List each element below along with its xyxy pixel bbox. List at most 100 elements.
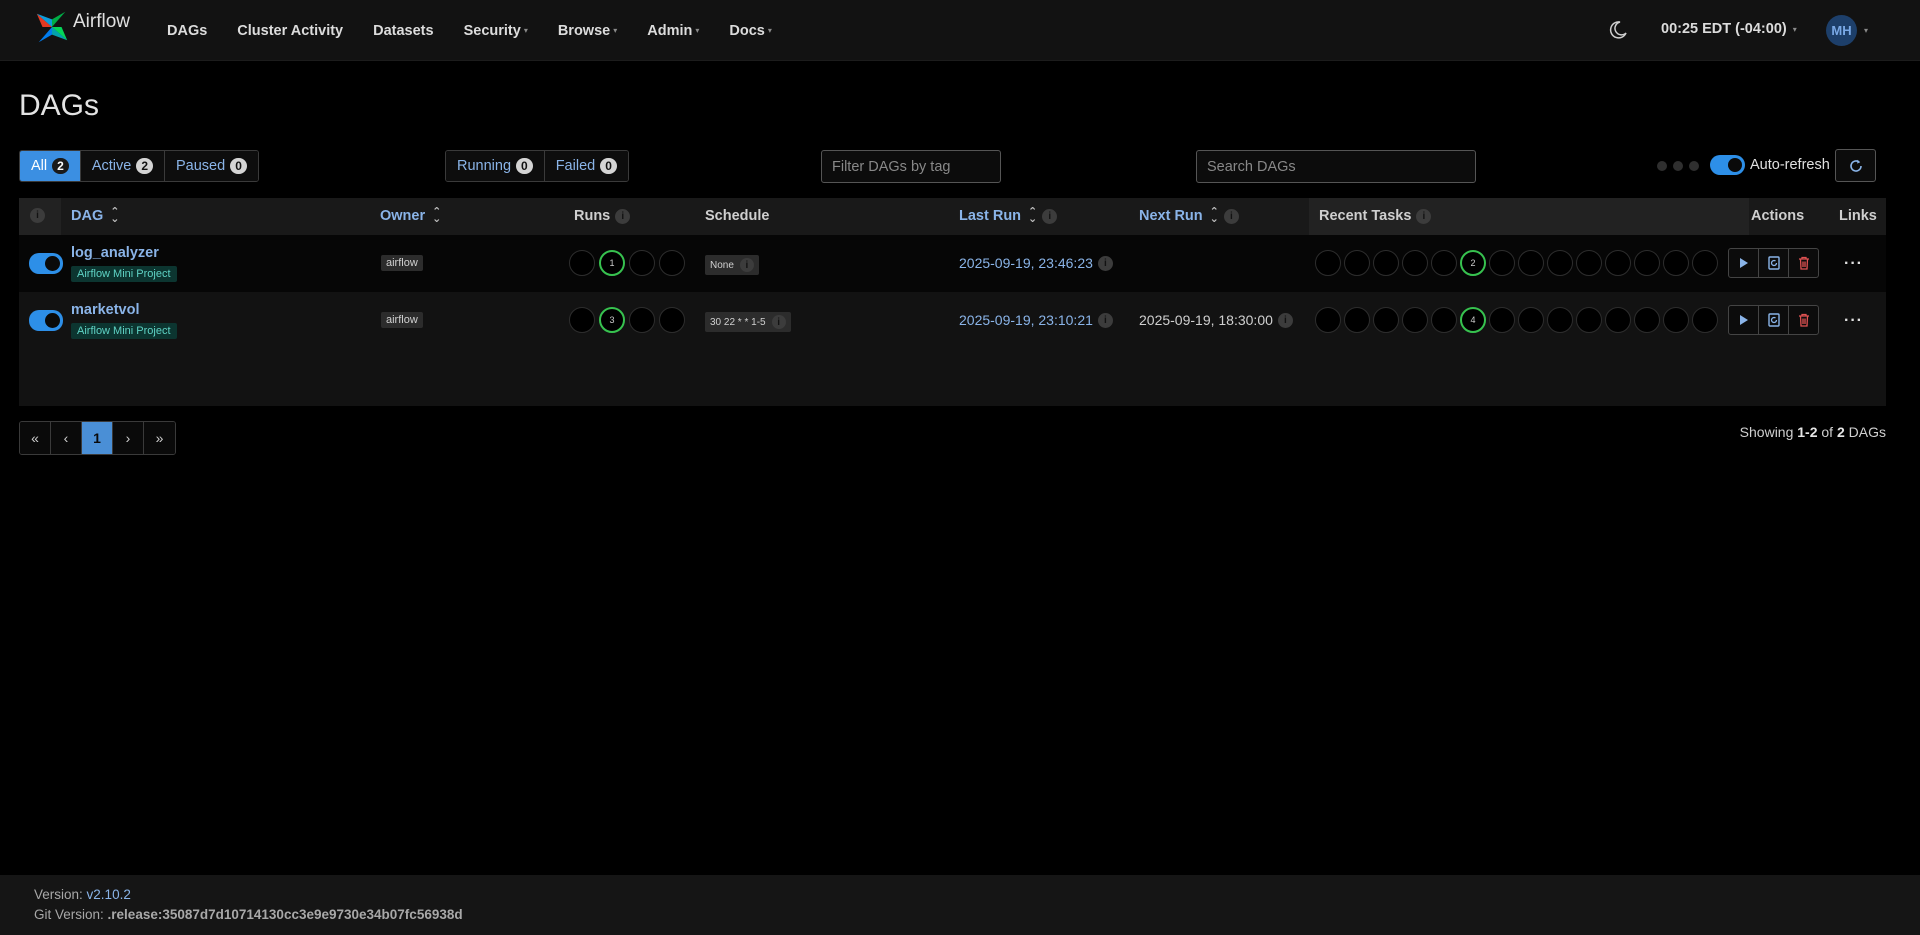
refresh-button[interactable] <box>1835 149 1876 182</box>
schedule-badge[interactable]: None i <box>705 255 759 275</box>
info-icon[interactable]: i <box>771 315 786 329</box>
dag-pause-toggle[interactable] <box>29 253 63 274</box>
info-icon[interactable]: i <box>615 208 631 224</box>
task-state-circle[interactable] <box>1431 307 1457 333</box>
refresh-dag-button[interactable] <box>1758 248 1789 278</box>
filter-running-button[interactable]: Running 0 <box>446 151 545 181</box>
col-owner-header[interactable]: Owner ⌃ ⌄ <box>380 207 441 225</box>
task-state-circle[interactable] <box>1605 307 1631 333</box>
dag-name-link[interactable]: log_analyzer <box>71 245 159 261</box>
dag-tag[interactable]: Airflow Mini Project <box>71 323 177 339</box>
info-icon[interactable]: i <box>1416 208 1432 224</box>
delete-dag-button[interactable] <box>1788 248 1819 278</box>
nav-dags[interactable]: DAGs <box>152 23 222 39</box>
select-info-icon[interactable]: i <box>30 208 45 223</box>
run-success-circle[interactable]: 3 <box>599 307 625 333</box>
filter-paused-button[interactable]: Paused 0 <box>165 151 258 181</box>
task-state-circle[interactable] <box>1663 250 1689 276</box>
page-prev-button[interactable]: ‹ <box>51 422 82 454</box>
nav-security-menu[interactable]: Security ▾ <box>449 23 543 39</box>
dag-pause-toggle[interactable] <box>29 310 63 331</box>
run-state-circle[interactable] <box>659 250 685 276</box>
auto-refresh-toggle[interactable] <box>1710 155 1745 175</box>
nav-browse-menu[interactable]: Browse ▾ <box>543 23 632 39</box>
owner-badge[interactable]: airflow <box>381 255 423 271</box>
user-menu[interactable]: MH ▾ <box>1826 15 1868 46</box>
delete-dag-button[interactable] <box>1788 305 1819 335</box>
task-state-circle[interactable] <box>1605 250 1631 276</box>
last-run-link[interactable]: 2025-09-19, 23:46:23 i <box>959 255 1113 271</box>
run-state-circle[interactable] <box>569 250 595 276</box>
task-state-circle[interactable] <box>1692 307 1718 333</box>
run-state-circle[interactable] <box>629 250 655 276</box>
page-next-button[interactable]: › <box>113 422 144 454</box>
task-success-circle[interactable]: 2 <box>1460 250 1486 276</box>
col-next-run-header[interactable]: Next Run ⌃ ⌄ i <box>1139 207 1239 225</box>
showing-suffix: DAGs <box>1848 424 1886 440</box>
task-state-circle[interactable] <box>1634 250 1660 276</box>
version-link[interactable]: v2.10.2 <box>87 887 131 902</box>
schedule-badge[interactable]: 30 22 * * 1-5 i <box>705 312 791 332</box>
task-state-circle[interactable] <box>1315 250 1341 276</box>
page-current-button[interactable]: 1 <box>82 422 113 454</box>
task-state-circle[interactable] <box>1402 307 1428 333</box>
task-state-circle[interactable] <box>1663 307 1689 333</box>
task-state-circle[interactable] <box>1547 250 1573 276</box>
timezone-clock-menu[interactable]: 00:25 EDT (-04:00) ▾ <box>1661 21 1797 37</box>
info-icon[interactable]: i <box>1042 208 1058 224</box>
page-last-button[interactable]: » <box>144 422 175 454</box>
task-state-circle[interactable] <box>1518 250 1544 276</box>
task-state-circle[interactable] <box>1402 250 1428 276</box>
info-icon[interactable]: i <box>1223 208 1239 224</box>
info-icon[interactable]: i <box>1097 312 1113 328</box>
run-state-circle[interactable] <box>569 307 595 333</box>
col-last-run-header[interactable]: Last Run ⌃ ⌄ i <box>959 207 1058 225</box>
run-state-circle[interactable] <box>659 307 685 333</box>
run-state-circle[interactable] <box>629 307 655 333</box>
links-menu-button[interactable]: ··· <box>1844 312 1863 330</box>
task-state-circle[interactable] <box>1373 250 1399 276</box>
dag-tag[interactable]: Airflow Mini Project <box>71 266 177 282</box>
task-state-circle[interactable] <box>1489 250 1515 276</box>
owner-badge[interactable]: airflow <box>381 312 423 328</box>
nav-cluster-activity[interactable]: Cluster Activity <box>222 23 358 39</box>
task-state-circle[interactable] <box>1518 307 1544 333</box>
refresh-dag-button[interactable] <box>1758 305 1789 335</box>
run-success-circle[interactable]: 1 <box>599 250 625 276</box>
task-state-circle[interactable] <box>1692 250 1718 276</box>
trigger-dag-button[interactable] <box>1728 305 1759 335</box>
task-state-circle[interactable] <box>1576 250 1602 276</box>
links-menu-button[interactable]: ··· <box>1844 255 1863 273</box>
filter-failed-button[interactable]: Failed 0 <box>544 151 628 181</box>
filter-all-button[interactable]: All 2 <box>20 151 81 181</box>
task-state-circle[interactable] <box>1489 307 1515 333</box>
dag-name-link[interactable]: marketvol <box>71 302 140 318</box>
task-state-circle[interactable] <box>1315 307 1341 333</box>
task-state-circle[interactable] <box>1344 307 1370 333</box>
tag-filter-input[interactable] <box>821 150 1001 183</box>
chevron-down-icon: ▾ <box>767 26 772 35</box>
nav-docs-menu[interactable]: Docs ▾ <box>714 23 786 39</box>
theme-toggle-moon-icon[interactable] <box>1608 20 1628 40</box>
info-icon[interactable]: i <box>739 258 754 272</box>
nav-admin-menu[interactable]: Admin ▾ <box>632 23 714 39</box>
nav-datasets[interactable]: Datasets <box>358 23 448 39</box>
task-state-circle[interactable] <box>1344 250 1370 276</box>
task-state-circle[interactable] <box>1431 250 1457 276</box>
trigger-dag-button[interactable] <box>1728 248 1759 278</box>
airflow-logo[interactable]: Airflow <box>33 8 130 46</box>
task-state-circle[interactable] <box>1576 307 1602 333</box>
info-icon[interactable]: i <box>1097 255 1113 271</box>
last-run-link[interactable]: 2025-09-19, 23:10:21 i <box>959 312 1113 328</box>
page-first-button[interactable]: « <box>20 422 51 454</box>
task-state-circle[interactable] <box>1547 307 1573 333</box>
col-dag-header[interactable]: DAG ⌃ ⌄ <box>71 207 119 225</box>
filter-active-button[interactable]: Active 2 <box>80 151 165 181</box>
task-success-circle[interactable]: 4 <box>1460 307 1486 333</box>
search-dags-input[interactable] <box>1196 150 1476 183</box>
task-state-circle[interactable] <box>1373 307 1399 333</box>
task-state-circle[interactable] <box>1634 307 1660 333</box>
info-icon[interactable]: i <box>1277 312 1293 328</box>
auto-refresh-control[interactable]: Auto-refresh <box>1710 155 1830 175</box>
trash-icon <box>1798 313 1809 327</box>
